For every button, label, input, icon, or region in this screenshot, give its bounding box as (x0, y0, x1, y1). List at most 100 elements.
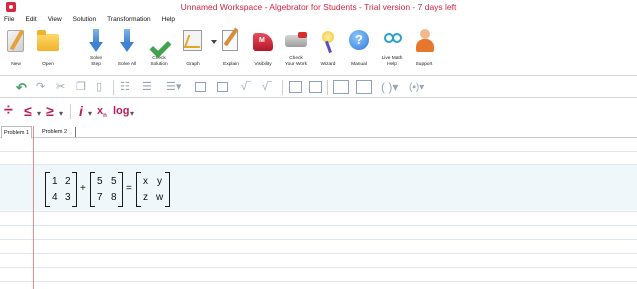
subscript-box-icon[interactable] (217, 82, 228, 92)
open-label: Open (42, 62, 54, 67)
edit-toolbar: ↶ ↷ ✂ ❐ ▯ ☷ ☰ ☰▾ √‾ √‾ ( )▾ (▪)▾ (0, 77, 637, 98)
tab-problem-2[interactable]: Problem 2 (40, 126, 69, 138)
greater-equal-button[interactable]: ≥ (46, 101, 54, 121)
redo-icon[interactable]: ↷ (36, 80, 45, 95)
menu-help[interactable]: Help (162, 14, 175, 25)
margin-line (33, 126, 34, 139)
filled-box-icon[interactable] (309, 81, 322, 93)
check-solution-button[interactable]: Check Solution (143, 26, 175, 74)
new-button[interactable]: New (2, 26, 30, 74)
subscript-n: n (103, 113, 107, 120)
operators-toolbar: ÷ ≤ ▾ ≥ ▾ i ▾ xn log ▾ (0, 100, 637, 125)
menu-file[interactable]: File (4, 14, 14, 25)
open-icon (37, 30, 59, 51)
menu-view[interactable]: View (48, 14, 62, 25)
new-icon (7, 30, 24, 52)
align-left-icon[interactable]: ☷ (120, 80, 130, 95)
matrix-cell: 1 (52, 176, 58, 187)
live-help-button[interactable]: Live Math Help (376, 26, 408, 74)
matrix-cell: 3 (65, 192, 71, 203)
matrix-cell: 5 (97, 176, 103, 187)
divide-button[interactable]: ÷ (4, 101, 13, 121)
explain-button[interactable]: Explain (216, 26, 246, 74)
plus-operator: + (80, 183, 86, 194)
graph-button[interactable]: Graph (178, 26, 208, 74)
left-bracket (90, 172, 95, 207)
title-bar: Unnamed Workspace - Algebrator for Stude… (0, 0, 637, 14)
check-solution-icon (149, 33, 171, 53)
menu-solution[interactable]: Solution (73, 14, 97, 25)
align-right-icon[interactable]: ☰▾ (166, 80, 181, 95)
log-button[interactable]: log (113, 101, 130, 121)
log-dropdown[interactable]: ▾ (130, 104, 134, 124)
matrix-cell: 4 (52, 192, 58, 203)
visibility-button[interactable]: Visibility (248, 26, 278, 74)
matrix-b[interactable]: 5 5 7 8 (90, 172, 123, 207)
superscript-box-icon[interactable] (195, 82, 206, 92)
matrix-2x2-icon[interactable] (333, 80, 349, 94)
main-toolbar: New Open Solve Step Solve All Check Solu… (0, 26, 637, 76)
solve-step-label-2: Step (91, 61, 101, 67)
solve-all-icon (120, 29, 134, 53)
undo-icon[interactable]: ↶ (16, 80, 27, 95)
matrix-cell: 7 (97, 192, 103, 203)
toolbar-separator (327, 80, 328, 95)
imaginary-button[interactable]: i (79, 101, 83, 121)
wizard-button[interactable]: Wizard (313, 26, 343, 74)
toolbar-separator (70, 104, 71, 119)
live-help-icon (383, 31, 403, 51)
wizard-label: Wizard (320, 62, 336, 67)
matrix-cell: w (156, 192, 164, 203)
manual-label: Manual (351, 62, 367, 67)
matrix-c[interactable]: x y z w (136, 172, 170, 207)
menu-bar: File Edit View Solution Transformation H… (0, 14, 637, 25)
less-equal-dropdown[interactable]: ▾ (37, 104, 41, 124)
workspace[interactable]: 1 2 4 3 + 5 5 7 8 = x y z w (0, 139, 637, 289)
solve-step-button[interactable]: Solve Step (82, 26, 110, 74)
left-bracket (45, 172, 50, 207)
right-bracket (72, 172, 77, 207)
cut-icon[interactable]: ✂ (56, 80, 65, 95)
tab-problem-1[interactable]: Problem 1 (1, 126, 33, 139)
toolbar-separator (113, 80, 114, 95)
solve-all-button[interactable]: Solve All (112, 26, 142, 74)
copy-icon[interactable]: ❐ (76, 80, 86, 95)
matrix-cell: 2 (65, 176, 71, 187)
matrix-3x3-icon[interactable] (356, 80, 372, 94)
visibility-label: Visibility (254, 62, 272, 67)
solve-all-label: Solve All (117, 62, 137, 67)
ruled-line (0, 225, 637, 226)
greater-equal-dropdown[interactable]: ▾ (59, 104, 63, 124)
parentheses-icon[interactable]: ( )▾ (381, 80, 398, 95)
ruled-line (0, 211, 637, 212)
box-icon[interactable] (289, 81, 302, 93)
menu-transformation[interactable]: Transformation (107, 14, 150, 25)
ruled-line (0, 253, 637, 254)
manual-icon: ? (349, 30, 369, 50)
subscript-button[interactable]: xn (97, 101, 107, 126)
explain-label: Explain (223, 62, 239, 67)
right-bracket (118, 172, 123, 207)
wizard-icon (320, 29, 336, 53)
manual-button[interactable]: ? Manual (344, 26, 374, 74)
paste-icon[interactable]: ▯ (96, 80, 102, 95)
less-equal-button[interactable]: ≤ (24, 101, 32, 121)
nth-root-icon[interactable]: √‾ (262, 80, 272, 95)
support-button[interactable]: Support (410, 26, 438, 74)
open-button[interactable]: Open (33, 26, 63, 74)
menu-edit[interactable]: Edit (25, 14, 36, 25)
align-center-icon[interactable]: ☰ (142, 80, 152, 95)
matrix-cell: 5 (111, 176, 117, 187)
graph-icon (183, 30, 202, 51)
brackets-icon[interactable]: (▪)▾ (409, 80, 424, 95)
ruled-line (0, 281, 637, 282)
left-bracket (136, 172, 141, 207)
check-work-button[interactable]: Check Your Work (281, 26, 311, 74)
matrix-cell: 8 (111, 192, 117, 203)
matrix-a[interactable]: 1 2 4 3 (45, 172, 77, 207)
check-work-label-2: Your Work (284, 61, 308, 67)
imaginary-dropdown[interactable]: ▾ (88, 104, 92, 124)
ruled-line (0, 151, 637, 152)
window-title: Unnamed Workspace - Algebrator for Stude… (180, 2, 457, 12)
sqrt-icon[interactable]: √‾ (241, 80, 251, 95)
